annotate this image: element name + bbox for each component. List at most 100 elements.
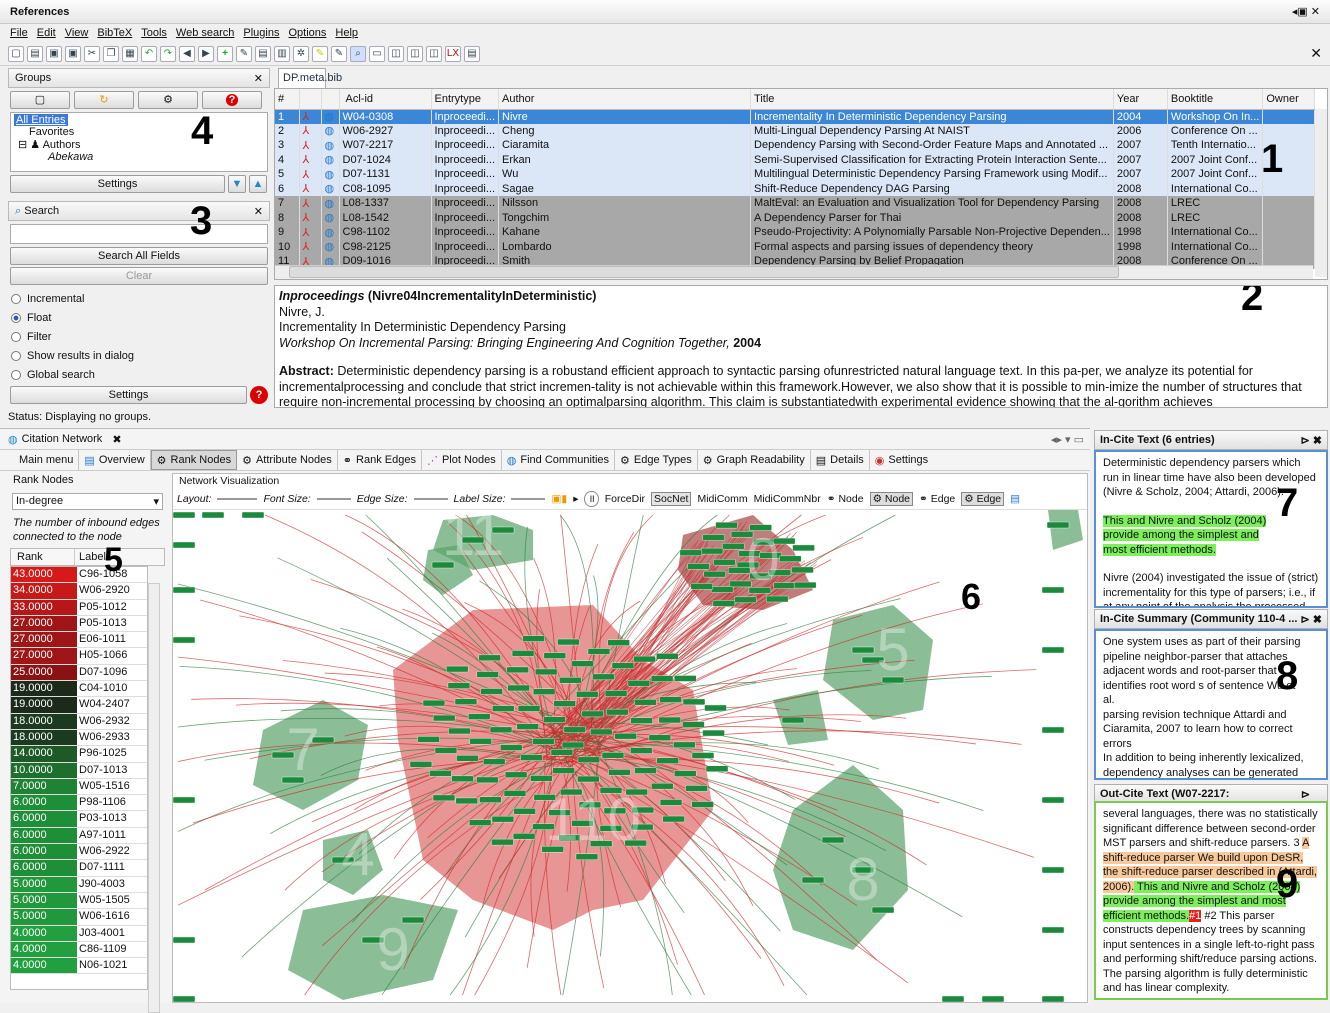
rank-row[interactable]: 5.0000 W05-1505 xyxy=(11,892,147,910)
menu-bibtex[interactable]: BibTeX xyxy=(97,27,132,39)
open-icon[interactable]: ▤ xyxy=(27,45,43,62)
col-year[interactable]: Year xyxy=(1113,89,1168,110)
col-booktitle[interactable]: Booktitle xyxy=(1167,89,1264,110)
table-row[interactable]: 9 ⅄ ◍ C98-1102 Inproceedi... Kahane Pseudo-Pro… xyxy=(275,225,1315,240)
close-icon[interactable]: ✕ xyxy=(254,205,263,218)
refresh-group-button[interactable]: ↻ xyxy=(74,91,134,109)
horizontal-scrollbar[interactable] xyxy=(275,265,1313,279)
table-row[interactable]: 7 ⅄ ◍ L08-1337 Inproceedi... Nilsson MaltEval:… xyxy=(275,196,1315,211)
col-owner[interactable]: Owner xyxy=(1262,89,1315,110)
settings-button[interactable]: ◉ Settings xyxy=(870,450,933,470)
undo-icon[interactable]: ↶ xyxy=(141,45,157,62)
plot-nodes-button[interactable]: ⋰ Plot Nodes xyxy=(422,450,502,470)
menu-edit[interactable]: Edit xyxy=(37,27,56,39)
rank-row[interactable]: 18.0000 W06-2932 xyxy=(11,713,147,730)
rank-row[interactable]: 27.0000 E06-1011 xyxy=(11,632,147,649)
table-row[interactable]: 4 ⅄ ◍ D07-1024 Inproceedi... Erkan Semi-Superv… xyxy=(275,152,1315,167)
metric-select[interactable]: In-degree ▾ xyxy=(12,493,163,510)
layout3-icon[interactable]: ◫ xyxy=(426,45,442,62)
back-icon[interactable]: ◀ xyxy=(179,45,195,62)
lyx-icon[interactable]: LX xyxy=(445,45,461,62)
close-toolbar-icon[interactable]: ✕ xyxy=(1310,45,1322,62)
export-icon[interactable]: ▤ xyxy=(1010,493,1020,505)
panel-controls-icon[interactable]: ⊳ ✖ xyxy=(1301,434,1323,447)
table-row[interactable]: 8 ⅄ ◍ L08-1542 Inproceedi... Tongchim A Depend… xyxy=(275,210,1315,225)
edge-button[interactable]: ⚙ Edge xyxy=(961,491,1005,506)
table-row[interactable]: 1 ⅄ ◍ W04-0308 Inproceedi... Nivre Incremental… xyxy=(275,109,1315,124)
search-tool-icon[interactable]: ⌕ xyxy=(350,45,366,62)
preamble-icon[interactable]: ▤ xyxy=(255,45,271,62)
edge-size-slider[interactable] xyxy=(413,497,448,500)
network-tab[interactable]: Citation Network xyxy=(22,433,103,445)
overview-button[interactable]: ▤ Overview xyxy=(79,450,151,470)
rank-scrollbar[interactable] xyxy=(148,583,160,1013)
menu-plugins[interactable]: Plugins xyxy=(243,27,279,39)
layout2-icon[interactable]: ◫ xyxy=(407,45,423,62)
option-incremental[interactable]: Incremental xyxy=(11,289,267,308)
layout-slider[interactable] xyxy=(217,497,258,500)
play-icon[interactable]: ▸ xyxy=(573,493,578,505)
rank-edges-button[interactable]: ⚭ Rank Edges xyxy=(338,450,422,470)
option-show-dialog[interactable]: Show results in dialog xyxy=(11,346,267,365)
close-icon[interactable]: ✕ xyxy=(254,72,263,85)
rank-row[interactable]: 19.0000 W04-2407 xyxy=(11,697,147,714)
group-abekawa[interactable]: Abekawa xyxy=(14,151,264,163)
color-icon[interactable]: ▣▮ xyxy=(551,493,567,505)
mode-socnet[interactable]: SocNet xyxy=(651,491,692,506)
option-filter[interactable]: Filter xyxy=(11,327,267,346)
group-all-entries[interactable]: All Entries xyxy=(14,114,68,126)
paste-icon[interactable]: ▦ xyxy=(122,45,138,62)
rank-row[interactable]: 27.0000 P05-1013 xyxy=(11,615,147,633)
col-aclid[interactable]: Acl-id xyxy=(339,89,432,110)
col-pdf[interactable] xyxy=(299,89,322,110)
rank-row[interactable]: 14.0000 P96-1025 xyxy=(11,746,147,763)
print-icon[interactable]: ▤ xyxy=(464,45,480,62)
rank-row[interactable]: 5.0000 J90-4003 xyxy=(11,876,147,893)
rank-row[interactable]: 4.0000 C86-1109 xyxy=(11,941,147,959)
rank-row[interactable]: 27.0000 H05-1066 xyxy=(11,648,147,665)
rank-row[interactable]: 6.0000 P03-1013 xyxy=(11,811,147,828)
rank-row[interactable]: 4.0000 J03-4001 xyxy=(11,925,147,942)
panel-controls-icon[interactable]: ⊳ ✖ xyxy=(1301,788,1322,814)
rank-row[interactable]: 19.0000 C04-1010 xyxy=(11,681,147,698)
table-row[interactable]: 10 ⅄ ◍ C98-2125 Inproceedi... Lombardo Formal … xyxy=(275,239,1315,254)
rank-row[interactable]: 18.0000 W06-2933 xyxy=(11,729,147,747)
search-settings-button[interactable]: Settings xyxy=(10,386,248,404)
cut-icon[interactable]: ✂ xyxy=(84,45,100,62)
add-entry-icon[interactable]: + xyxy=(217,45,233,62)
option-global[interactable]: Global search xyxy=(11,365,267,384)
main-menu-button[interactable]: Main menu xyxy=(14,450,80,470)
menu-websearch[interactable]: Web search xyxy=(176,27,235,39)
search-all-button[interactable]: Search All Fields xyxy=(10,247,268,265)
new-group-button[interactable]: ▢ xyxy=(10,91,70,109)
group-tree[interactable]: All Entries Favorites ⊟ ♟ Authors Abekaw… xyxy=(10,109,268,172)
new-icon[interactable]: ▢ xyxy=(8,45,24,62)
close-icon[interactable]: ✖ xyxy=(112,433,121,446)
menu-options[interactable]: Options xyxy=(288,27,326,39)
redo-icon[interactable]: ↷ xyxy=(160,45,176,62)
help-icon[interactable]: ? xyxy=(202,91,262,109)
copy-icon[interactable]: ❐ xyxy=(103,45,119,62)
group-settings-button[interactable]: ⚙ xyxy=(138,91,198,109)
file-tab[interactable]: DP.meta.bib xyxy=(278,68,342,88)
mode-midicommnbr[interactable]: MidiCommNbr xyxy=(754,493,821,505)
table-row[interactable]: 5 ⅄ ◍ D07-1131 Inproceedi... Wu Multilingual D… xyxy=(275,167,1315,182)
groups-settings-button[interactable]: Settings xyxy=(10,175,225,193)
rank-row[interactable]: 7.0000 W05-1516 xyxy=(11,778,147,796)
forward-icon[interactable]: ▶ xyxy=(198,45,214,62)
edit-icon[interactable]: ✎ xyxy=(236,45,252,62)
attribute-nodes-button[interactable]: ⚙ Attribute Nodes xyxy=(237,450,338,470)
rank-row[interactable]: 10.0000 D07-1013 xyxy=(11,762,147,779)
table-row[interactable]: 2 ⅄ ◍ W06-2927 Inproceedi... Cheng Multi-Lingu… xyxy=(275,123,1315,138)
search-input[interactable] xyxy=(10,224,268,244)
help-icon[interactable]: ? xyxy=(250,386,268,404)
node-toggle[interactable]: ⚭ Node xyxy=(827,493,864,505)
cleanup-icon[interactable]: ✲ xyxy=(293,45,309,62)
edge-types-button[interactable]: ⚙ Edge Types xyxy=(615,450,698,470)
col-number[interactable]: # xyxy=(275,89,300,110)
save-icon[interactable]: ▣ xyxy=(46,45,62,62)
rank-row[interactable]: 43.0000 C96-1058 xyxy=(11,567,147,584)
network-graph[interactable]: 110 0 5 7 8 11 94 xyxy=(173,510,1087,1002)
menu-view[interactable]: View xyxy=(65,27,89,39)
menu-file[interactable]: File xyxy=(10,27,28,39)
